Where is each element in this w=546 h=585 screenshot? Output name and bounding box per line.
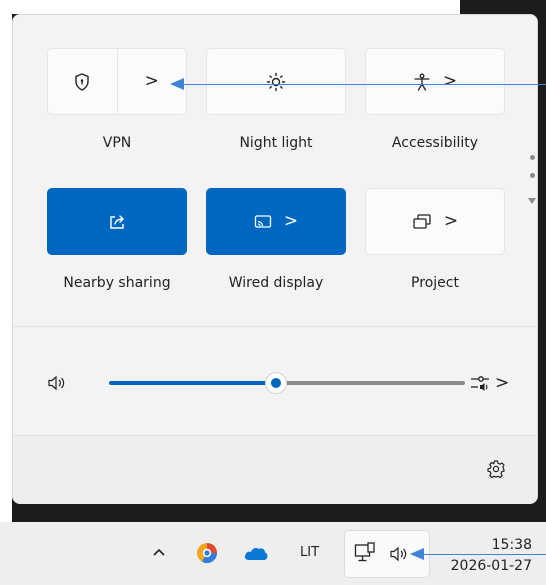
desktop-strip-top	[12, 0, 460, 14]
night-light-tile[interactable]	[206, 48, 346, 115]
chevron-right-icon: >	[283, 211, 299, 231]
vpn-label: VPN	[102, 135, 132, 151]
desktop-strip-bottom	[0, 505, 12, 522]
vpn-shield-icon	[75, 72, 89, 91]
sound-output-icon	[471, 376, 489, 391]
project-tile[interactable]: >	[365, 188, 505, 255]
quick-settings-panel: > VPN Night light > Accessibility Nearby	[12, 14, 538, 504]
cast-icon	[254, 214, 272, 228]
clock-date[interactable]: 2026-01-27	[451, 558, 532, 574]
night-light-icon	[266, 72, 286, 91]
wired-display-tile[interactable]: >	[206, 188, 346, 255]
annotation-arrow-line	[422, 554, 546, 555]
wired-display-label: Wired display	[228, 275, 324, 291]
speaker-icon	[390, 546, 407, 562]
chevron-up-icon[interactable]	[152, 547, 166, 557]
annotation-arrow-line	[180, 84, 546, 85]
nearby-sharing-tile[interactable]	[47, 188, 187, 255]
volume-slider-thumb[interactable]	[265, 372, 287, 394]
network-icon	[354, 542, 375, 562]
chevron-right-icon: >	[442, 71, 458, 91]
app-icon[interactable]	[196, 542, 218, 564]
nearby-sharing-icon	[110, 214, 124, 229]
project-icon	[413, 213, 431, 229]
clock-time[interactable]: 15:38	[492, 537, 532, 553]
project-label: Project	[411, 275, 459, 291]
annotation-arrowhead-icon	[170, 78, 184, 90]
volume-track	[276, 381, 465, 385]
vpn-tile: >	[47, 48, 187, 115]
divider	[13, 435, 537, 436]
chevron-right-icon: >	[495, 372, 510, 393]
sound-output-button[interactable]: >	[469, 373, 509, 393]
annotation-arrowhead-icon	[410, 548, 424, 560]
accessibility-label: Accessibility	[391, 135, 479, 151]
scroll-down-icon[interactable]	[527, 197, 537, 205]
onedrive-icon[interactable]	[243, 545, 269, 561]
desktop-strip	[0, 0, 12, 522]
accessibility-icon	[414, 73, 430, 91]
gear-icon[interactable]	[486, 459, 506, 479]
volume-track-filled	[109, 381, 276, 385]
night-light-label: Night light	[239, 135, 313, 151]
speaker-icon[interactable]	[47, 375, 67, 391]
panel-footer	[13, 435, 537, 504]
vpn-toggle-button[interactable]	[48, 49, 118, 114]
chevron-right-icon: >	[144, 71, 159, 91]
chevron-right-icon: >	[443, 211, 459, 231]
input-language-indicator[interactable]: LIT	[300, 545, 319, 560]
accessibility-tile[interactable]: >	[365, 48, 505, 115]
divider	[13, 326, 537, 327]
nearby-sharing-label: Nearby sharing	[63, 275, 171, 291]
